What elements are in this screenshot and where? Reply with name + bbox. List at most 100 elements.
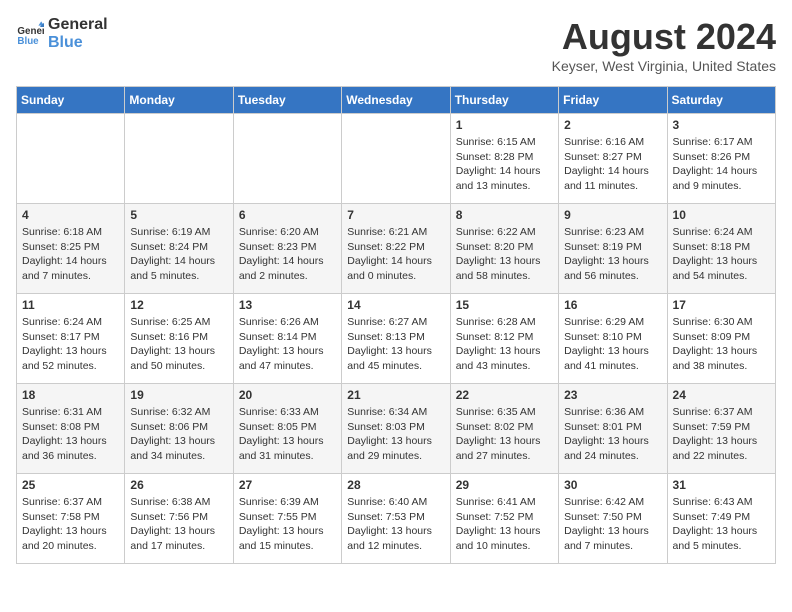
day-info: Sunrise: 6:22 AM Sunset: 8:20 PM Dayligh… bbox=[456, 225, 553, 284]
day-number: 20 bbox=[239, 388, 336, 402]
day-info: Sunrise: 6:27 AM Sunset: 8:13 PM Dayligh… bbox=[347, 315, 444, 374]
calendar-cell: 19Sunrise: 6:32 AM Sunset: 8:06 PM Dayli… bbox=[125, 384, 233, 474]
calendar-cell bbox=[125, 114, 233, 204]
day-info: Sunrise: 6:24 AM Sunset: 8:18 PM Dayligh… bbox=[673, 225, 770, 284]
day-info: Sunrise: 6:30 AM Sunset: 8:09 PM Dayligh… bbox=[673, 315, 770, 374]
logo-line1: General bbox=[48, 16, 108, 34]
calendar-cell: 14 Sunrise: 6:27 AM Sunset: 8:13 PM Dayli… bbox=[342, 294, 450, 384]
day-number: 11 bbox=[22, 298, 119, 312]
day-info: Sunrise: 6:40 AM Sunset: 7:53 PM Dayligh… bbox=[347, 495, 444, 554]
day-number: 16 bbox=[564, 298, 661, 312]
day-number: 24 bbox=[673, 388, 770, 402]
calendar-cell: 2 Sunrise: 6:16 AM Sunset: 8:27 PM Daylig… bbox=[559, 114, 667, 204]
svg-text:Blue: Blue bbox=[17, 36, 39, 47]
calendar-cell: 28Sunrise: 6:40 AM Sunset: 7:53 PM Dayli… bbox=[342, 474, 450, 564]
day-number: 25 bbox=[22, 478, 119, 492]
calendar-cell: 13 Sunrise: 6:26 AM Sunset: 8:14 PM Dayli… bbox=[233, 294, 341, 384]
day-number: 8 bbox=[456, 208, 553, 222]
day-header-monday: Monday bbox=[125, 87, 233, 114]
calendar-cell: 9 Sunrise: 6:23 AM Sunset: 8:19 PM Daylig… bbox=[559, 204, 667, 294]
logo-icon: General Blue bbox=[16, 20, 44, 48]
day-info: Sunrise: 6:25 AM Sunset: 8:16 PM Dayligh… bbox=[130, 315, 227, 374]
month-title: August 2024 bbox=[552, 16, 776, 58]
day-number: 15 bbox=[456, 298, 553, 312]
calendar-cell: 17 Sunrise: 6:30 AM Sunset: 8:09 PM Dayli… bbox=[667, 294, 775, 384]
calendar-cell: 3Sunrise: 6:17 AM Sunset: 8:26 PM Daylig… bbox=[667, 114, 775, 204]
day-number: 21 bbox=[347, 388, 444, 402]
calendar-cell bbox=[233, 114, 341, 204]
week-row-3: 11Sunrise: 6:24 AM Sunset: 8:17 PM Dayli… bbox=[17, 294, 776, 384]
calendar-cell: 22 Sunrise: 6:35 AM Sunset: 8:02 PM Dayli… bbox=[450, 384, 558, 474]
calendar-cell: 27Sunrise: 6:39 AM Sunset: 7:55 PM Dayli… bbox=[233, 474, 341, 564]
calendar-cell bbox=[342, 114, 450, 204]
calendar-cell: 25 Sunrise: 6:37 AM Sunset: 7:58 PM Dayli… bbox=[17, 474, 125, 564]
day-info: Sunrise: 6:38 AM Sunset: 7:56 PM Dayligh… bbox=[130, 495, 227, 554]
logo: General Blue General Blue bbox=[16, 16, 108, 52]
day-info: Sunrise: 6:23 AM Sunset: 8:19 PM Dayligh… bbox=[564, 225, 661, 284]
week-row-2: 4 Sunrise: 6:18 AM Sunset: 8:25 PM Daylig… bbox=[17, 204, 776, 294]
day-info: Sunrise: 6:43 AM Sunset: 7:49 PM Dayligh… bbox=[673, 495, 770, 554]
calendar-cell: 18 Sunrise: 6:31 AM Sunset: 8:08 PM Dayli… bbox=[17, 384, 125, 474]
calendar-cell: 29 Sunrise: 6:41 AM Sunset: 7:52 PM Dayli… bbox=[450, 474, 558, 564]
calendar-cell: 16 Sunrise: 6:29 AM Sunset: 8:10 PM Dayli… bbox=[559, 294, 667, 384]
day-info: Sunrise: 6:19 AM Sunset: 8:24 PM Dayligh… bbox=[130, 225, 227, 284]
day-number: 5 bbox=[130, 208, 227, 222]
location: Keyser, West Virginia, United States bbox=[552, 58, 776, 74]
day-header-tuesday: Tuesday bbox=[233, 87, 341, 114]
calendar-cell: 20 Sunrise: 6:33 AM Sunset: 8:05 PM Dayli… bbox=[233, 384, 341, 474]
week-row-5: 25 Sunrise: 6:37 AM Sunset: 7:58 PM Dayli… bbox=[17, 474, 776, 564]
calendar-cell: 21 Sunrise: 6:34 AM Sunset: 8:03 PM Dayli… bbox=[342, 384, 450, 474]
calendar-cell: 15 Sunrise: 6:28 AM Sunset: 8:12 PM Dayli… bbox=[450, 294, 558, 384]
day-number: 1 bbox=[456, 118, 553, 132]
day-info: Sunrise: 6:41 AM Sunset: 7:52 PM Dayligh… bbox=[456, 495, 553, 554]
calendar-header-row: SundayMondayTuesdayWednesdayThursdayFrid… bbox=[17, 87, 776, 114]
calendar-table: SundayMondayTuesdayWednesdayThursdayFrid… bbox=[16, 86, 776, 564]
day-info: Sunrise: 6:36 AM Sunset: 8:01 PM Dayligh… bbox=[564, 405, 661, 464]
day-info: Sunrise: 6:28 AM Sunset: 8:12 PM Dayligh… bbox=[456, 315, 553, 374]
day-info: Sunrise: 6:37 AM Sunset: 7:58 PM Dayligh… bbox=[22, 495, 119, 554]
calendar-cell: 11Sunrise: 6:24 AM Sunset: 8:17 PM Dayli… bbox=[17, 294, 125, 384]
day-number: 17 bbox=[673, 298, 770, 312]
day-info: Sunrise: 6:26 AM Sunset: 8:14 PM Dayligh… bbox=[239, 315, 336, 374]
day-info: Sunrise: 6:20 AM Sunset: 8:23 PM Dayligh… bbox=[239, 225, 336, 284]
day-number: 31 bbox=[673, 478, 770, 492]
day-info: Sunrise: 6:35 AM Sunset: 8:02 PM Dayligh… bbox=[456, 405, 553, 464]
calendar-cell: 5 Sunrise: 6:19 AM Sunset: 8:24 PM Daylig… bbox=[125, 204, 233, 294]
day-number: 19 bbox=[130, 388, 227, 402]
day-header-thursday: Thursday bbox=[450, 87, 558, 114]
day-number: 9 bbox=[564, 208, 661, 222]
day-number: 23 bbox=[564, 388, 661, 402]
calendar-cell: 26Sunrise: 6:38 AM Sunset: 7:56 PM Dayli… bbox=[125, 474, 233, 564]
calendar-cell: 7Sunrise: 6:21 AM Sunset: 8:22 PM Daylig… bbox=[342, 204, 450, 294]
day-info: Sunrise: 6:16 AM Sunset: 8:27 PM Dayligh… bbox=[564, 135, 661, 194]
calendar-body: 1 Sunrise: 6:15 AM Sunset: 8:28 PM Daylig… bbox=[17, 114, 776, 564]
day-number: 10 bbox=[673, 208, 770, 222]
calendar-cell: 1 Sunrise: 6:15 AM Sunset: 8:28 PM Daylig… bbox=[450, 114, 558, 204]
day-number: 22 bbox=[456, 388, 553, 402]
day-number: 6 bbox=[239, 208, 336, 222]
logo-line2: Blue bbox=[48, 34, 108, 52]
day-info: Sunrise: 6:29 AM Sunset: 8:10 PM Dayligh… bbox=[564, 315, 661, 374]
day-header-saturday: Saturday bbox=[667, 87, 775, 114]
day-number: 29 bbox=[456, 478, 553, 492]
day-info: Sunrise: 6:39 AM Sunset: 7:55 PM Dayligh… bbox=[239, 495, 336, 554]
day-header-wednesday: Wednesday bbox=[342, 87, 450, 114]
calendar-cell: 12Sunrise: 6:25 AM Sunset: 8:16 PM Dayli… bbox=[125, 294, 233, 384]
day-info: Sunrise: 6:33 AM Sunset: 8:05 PM Dayligh… bbox=[239, 405, 336, 464]
day-info: Sunrise: 6:42 AM Sunset: 7:50 PM Dayligh… bbox=[564, 495, 661, 554]
calendar-cell bbox=[17, 114, 125, 204]
day-number: 14 bbox=[347, 298, 444, 312]
calendar-cell: 8 Sunrise: 6:22 AM Sunset: 8:20 PM Daylig… bbox=[450, 204, 558, 294]
day-info: Sunrise: 6:18 AM Sunset: 8:25 PM Dayligh… bbox=[22, 225, 119, 284]
day-number: 2 bbox=[564, 118, 661, 132]
day-info: Sunrise: 6:31 AM Sunset: 8:08 PM Dayligh… bbox=[22, 405, 119, 464]
day-number: 13 bbox=[239, 298, 336, 312]
day-number: 18 bbox=[22, 388, 119, 402]
day-info: Sunrise: 6:34 AM Sunset: 8:03 PM Dayligh… bbox=[347, 405, 444, 464]
day-number: 4 bbox=[22, 208, 119, 222]
calendar-cell: 4 Sunrise: 6:18 AM Sunset: 8:25 PM Daylig… bbox=[17, 204, 125, 294]
week-row-1: 1 Sunrise: 6:15 AM Sunset: 8:28 PM Daylig… bbox=[17, 114, 776, 204]
day-info: Sunrise: 6:15 AM Sunset: 8:28 PM Dayligh… bbox=[456, 135, 553, 194]
calendar-cell: 30Sunrise: 6:42 AM Sunset: 7:50 PM Dayli… bbox=[559, 474, 667, 564]
day-info: Sunrise: 6:17 AM Sunset: 8:26 PM Dayligh… bbox=[673, 135, 770, 194]
